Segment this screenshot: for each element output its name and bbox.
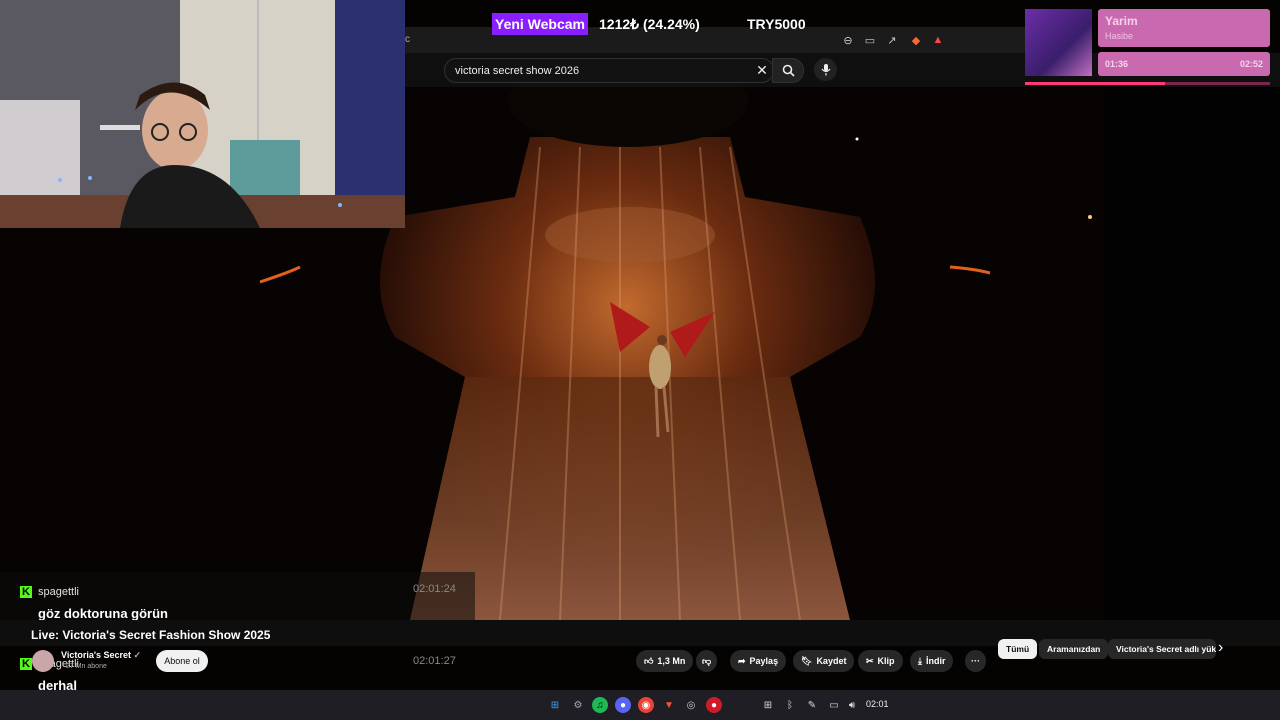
obs-icon[interactable]: ◎ [683, 697, 699, 713]
chip-from-search[interactable]: Aramanızdan [1039, 639, 1109, 659]
tray-apps-icon[interactable]: ⊞ [760, 697, 776, 713]
volume-icon[interactable]: 🔊︎ [844, 697, 860, 713]
screen: c ⊖ ▭ ↗ ◆ ▲ victoria secret show 2026 ✕ … [0, 0, 1280, 720]
spotify-icon[interactable]: ♫ [592, 697, 608, 713]
monitor-icon[interactable]: ▭ [826, 697, 842, 713]
bookmark-icon: 🔖︎ [801, 655, 813, 666]
chat-row: Kspagettli [20, 582, 79, 600]
song-artist: Hasibe [1105, 31, 1134, 41]
chat-username: spagettli [38, 586, 79, 598]
subscribe-button[interactable]: Abone ol [156, 650, 208, 672]
webcam-feed [0, 0, 405, 228]
scissors-icon: ✂ [866, 655, 874, 666]
kick-icon: K [20, 586, 32, 598]
brave-rewards-icon[interactable]: ▲ [930, 33, 946, 47]
webcam-image [0, 0, 405, 228]
cast-icon[interactable]: ▭ [862, 33, 878, 47]
channel-name[interactable]: Victoria's Secret ✓ [61, 650, 141, 661]
brave-shield-icon[interactable]: ◆ [908, 33, 924, 47]
more-actions-button[interactable]: ··· [965, 650, 986, 672]
brave-icon[interactable]: ▼ [661, 697, 677, 713]
search-icon [782, 64, 795, 77]
tray-bluetooth-icon[interactable]: ᛒ [782, 697, 798, 713]
donation-goal-text: TRY5000 [747, 16, 806, 32]
app-settings-icon[interactable]: ⚙ [570, 697, 586, 713]
thumbs-up-icon: 👍︎ [644, 655, 654, 666]
like-count: 1,3 Mn [657, 656, 686, 666]
taskbar-clock[interactable]: 02:01 [866, 699, 889, 709]
thumbs-down-icon: 👎︎ [702, 655, 712, 666]
share-button[interactable]: ➦ Paylaş [730, 650, 787, 672]
share-arrow-icon: ➦ [738, 655, 746, 666]
chat-message: göz doktoruna görün [38, 606, 168, 621]
download-button[interactable]: ⤓ İndir [910, 650, 954, 672]
dislike-button[interactable]: 👎︎ [696, 650, 718, 672]
download-label: İndir [925, 656, 946, 666]
chrome-icon[interactable]: ◉ [638, 697, 654, 713]
channel-avatar[interactable] [32, 650, 54, 672]
donation-progress-text: 1212₺ (24.24%) [599, 16, 700, 32]
clip-label: Klip [877, 656, 895, 666]
song-title: Yarim [1105, 14, 1138, 28]
clear-search-icon[interactable]: ✕ [751, 62, 773, 79]
clip-button[interactable]: ✂ Klip [858, 650, 903, 672]
search-input[interactable]: victoria secret show 2026 [455, 65, 751, 77]
windows-start-icon[interactable]: ⊞ [547, 697, 563, 713]
channel-subscribers: 27 Mn abone [66, 663, 107, 670]
like-button[interactable]: 👍︎ 1,3 Mn [636, 650, 694, 672]
kick-icon: K [20, 658, 32, 670]
save-label: Kaydet [816, 656, 847, 666]
video-title: Live: Victoria's Secret Fashion Show 202… [31, 628, 271, 642]
search-button[interactable] [772, 58, 804, 83]
new-webcam-label: Yeni Webcam [492, 13, 589, 35]
music-progress-fill [1025, 82, 1165, 85]
chip-channel-uploads[interactable]: Victoria's Secret adlı yük [1108, 639, 1216, 659]
verified-badge: ✓ [133, 650, 142, 660]
chip-next-icon[interactable]: › [1218, 639, 1223, 657]
share-icon[interactable]: ↗ [884, 33, 900, 47]
tray-pen-icon[interactable]: ✎ [804, 697, 820, 713]
total-time: 02:52 [1240, 59, 1264, 69]
current-time: 01:36 [1105, 59, 1129, 69]
save-button[interactable]: 🔖︎ Kaydet [793, 650, 855, 672]
microphone-icon [821, 64, 830, 76]
chat-time: 02:01:27 [413, 655, 456, 667]
chip-all[interactable]: Tümü [998, 639, 1038, 659]
search-box[interactable]: victoria secret show 2026 ✕ [444, 58, 774, 83]
app-red-icon[interactable]: ● [706, 697, 722, 713]
download-icon: ⤓ [918, 655, 922, 666]
share-label: Paylaş [749, 656, 779, 666]
discord-icon[interactable]: ● [615, 697, 631, 713]
zoom-icon[interactable]: ⊖ [840, 33, 856, 47]
voice-search-button[interactable] [814, 58, 837, 81]
url-fragment[interactable]: c [405, 34, 410, 45]
album-cover [1025, 9, 1092, 76]
chat-time: 02:01:24 [413, 583, 456, 595]
